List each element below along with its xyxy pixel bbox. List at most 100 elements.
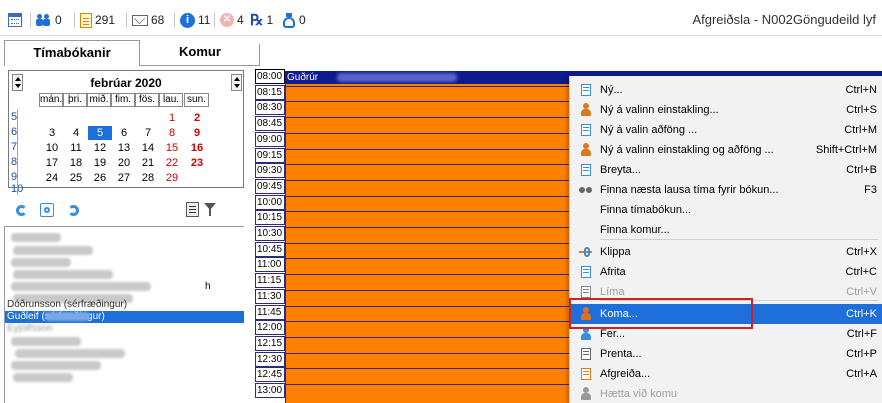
- medication-button[interactable]: 0: [282, 12, 306, 28]
- time-slot-label[interactable]: 10:15: [255, 210, 285, 226]
- documents-button[interactable]: 291: [80, 12, 115, 28]
- calendar-day-2[interactable]: 2: [185, 111, 209, 125]
- calendar-day-21[interactable]: 21: [136, 156, 160, 170]
- forward-arrow-icon[interactable]: [66, 203, 82, 217]
- menu-item-breyta[interactable]: Breyta... Ctrl+B: [570, 160, 882, 180]
- time-slot-label[interactable]: 09:15: [255, 147, 285, 163]
- list-item[interactable]: Dóðrunsson (sérfræðingur): [5, 299, 127, 311]
- calendar-day-16[interactable]: 16: [185, 141, 209, 155]
- calendar-day-27[interactable]: 27: [112, 171, 136, 185]
- calendar-day-14[interactable]: 14: [136, 141, 160, 155]
- time-slot-label[interactable]: 09:30: [255, 163, 285, 179]
- calendar-nav-toolbar: [4, 199, 244, 221]
- calendar-day-22[interactable]: 22: [160, 156, 184, 170]
- calendar-day-12[interactable]: 12: [88, 141, 112, 155]
- calendar-day-10[interactable]: 10: [40, 141, 64, 155]
- cancellations-button[interactable]: ✕ 4: [220, 12, 244, 28]
- time-slot-label[interactable]: 12:30: [255, 351, 285, 367]
- time-slot-label[interactable]: 08:45: [255, 116, 285, 132]
- time-slot-label[interactable]: 11:00: [255, 257, 285, 273]
- filter-icon[interactable]: [204, 203, 216, 217]
- time-slot-label[interactable]: 10:00: [255, 194, 285, 210]
- menu-item-finna-komur[interactable]: Finna komur...: [570, 220, 882, 240]
- calendar-day-29[interactable]: 29: [160, 171, 184, 185]
- calendar-day-25[interactable]: 25: [64, 171, 88, 185]
- people-button[interactable]: 0: [36, 12, 62, 28]
- back-arrow-icon[interactable]: [14, 203, 30, 217]
- menu-item-finna-tímabókun[interactable]: Finna tímabókun...: [570, 200, 882, 220]
- calendar-day-5[interactable]: 5: [88, 126, 112, 140]
- prescriptions-button[interactable]: ℞ 1: [250, 12, 273, 28]
- tab-timabokanir[interactable]: Tímabókanir: [4, 40, 140, 66]
- time-slot-label[interactable]: 12:15: [255, 335, 285, 351]
- list-item[interactable]: Eyjólfsson: [5, 323, 53, 335]
- time-slot-label[interactable]: 08:30: [255, 100, 285, 116]
- weekday-header: mið.: [87, 93, 111, 107]
- messages-button[interactable]: 68: [132, 12, 164, 28]
- calendar-day-28[interactable]: 28: [136, 171, 160, 185]
- time-slot-label[interactable]: 09:45: [255, 178, 285, 194]
- calendar-day-8[interactable]: 8: [160, 126, 184, 140]
- calendar-day-4[interactable]: 4: [64, 126, 88, 140]
- time-slot-label[interactable]: 12:45: [255, 367, 285, 383]
- calendar-day-6[interactable]: 6: [112, 126, 136, 140]
- menu-item-ný-á-valinn-einstakling[interactable]: Ný á valinn einstakling... Ctrl+S: [570, 100, 882, 120]
- menu-item-shortcut: Ctrl+M: [844, 124, 877, 136]
- time-slot-label[interactable]: 13:00: [255, 383, 285, 398]
- menu-item-ný[interactable]: Ný... Ctrl+N: [570, 80, 882, 100]
- calendar-day-13[interactable]: 13: [112, 141, 136, 155]
- time-slot-label[interactable]: 11:30: [255, 288, 285, 304]
- next-month-spinner[interactable]: [231, 74, 242, 91]
- time-slot-label[interactable]: 08:15: [255, 84, 285, 100]
- menu-item-ný-á-valinn-einstakling-og-aðföng[interactable]: Ný á valinn einstakling og aðföng ... Shi…: [570, 140, 882, 160]
- menu-item-prenta[interactable]: Prenta... Ctrl+P: [570, 344, 882, 364]
- envelope-icon: [132, 12, 148, 26]
- time-slot-label[interactable]: 11:45: [255, 304, 285, 320]
- menu-item-hætta-við-komu: Hætta við komu: [570, 384, 882, 403]
- menu-item-shortcut: Ctrl+N: [845, 84, 877, 96]
- menu-item-afgreiða[interactable]: Afgreiða... Ctrl+A: [570, 364, 882, 384]
- tab-komur[interactable]: Komur: [140, 40, 260, 66]
- calendar-day-17[interactable]: 17: [40, 156, 64, 170]
- list-item-selected[interactable]: Guðleif (sérfræðingur): [5, 311, 244, 323]
- menu-item-ný-á-valin-aðföng[interactable]: Ný á valin aðföng ... Ctrl+M: [570, 120, 882, 140]
- paste-icon: [579, 285, 593, 299]
- menu-item-klippa[interactable]: Klippa Ctrl+X: [570, 242, 882, 262]
- toolbar: 0 291 68 i 11 ✕ 4 ℞ 1 0 Afgreiðsla - N00…: [0, 0, 882, 36]
- resource-list[interactable]: h Dóðrunsson (sérfræðingur) Guðleif (sér…: [4, 226, 244, 403]
- calendar-day-23[interactable]: 23: [185, 156, 209, 170]
- calendar-day-3[interactable]: 3: [40, 126, 64, 140]
- calendar-day-15[interactable]: 15: [160, 141, 184, 155]
- calendar-day-9[interactable]: 9: [185, 126, 209, 140]
- time-slot-label[interactable]: 09:00: [255, 131, 285, 147]
- calendar-day-19[interactable]: 19: [88, 156, 112, 170]
- menu-item-label: Hætta við komu: [600, 388, 678, 400]
- menu-item-finna-næsta-lausa-tíma-fyrir-bókun[interactable]: Finna næsta lausa tíma fyrir bókun... F3: [570, 180, 882, 200]
- time-slot-label[interactable]: 11:15: [255, 273, 285, 289]
- weekday-header: fim.: [111, 93, 135, 107]
- menu-item-label: Finna næsta lausa tíma fyrir bókun...: [600, 184, 779, 196]
- menu-item-afrita[interactable]: Afrita Ctrl+C: [570, 262, 882, 282]
- time-slot-label[interactable]: 10:45: [255, 241, 285, 257]
- calendar-day-11[interactable]: 11: [64, 141, 88, 155]
- calendar-day-7[interactable]: 7: [136, 126, 160, 140]
- calendar-day-1[interactable]: 1: [160, 111, 184, 125]
- time-slot-label[interactable]: 12:00: [255, 320, 285, 336]
- cancellations-count: 4: [237, 13, 244, 27]
- menu-item-shortcut: Ctrl+X: [846, 246, 877, 258]
- calendar-button[interactable]: [8, 12, 22, 28]
- bottle-icon: [579, 367, 593, 381]
- calendar-day-18[interactable]: 18: [64, 156, 88, 170]
- calendar-day-26[interactable]: 26: [88, 171, 112, 185]
- list-view-icon[interactable]: [186, 202, 199, 217]
- menu-item-shortcut: Ctrl+B: [846, 164, 877, 176]
- today-icon[interactable]: [40, 203, 54, 217]
- calendar-day-24[interactable]: 24: [40, 171, 64, 185]
- info-button[interactable]: i 11: [180, 12, 210, 28]
- messages-count: 68: [151, 13, 165, 27]
- month-calendar[interactable]: febrúar 2020 mán. þri. mið. fim. fös. lau. sun…: [8, 70, 244, 195]
- time-slot-label[interactable]: 10:30: [255, 226, 285, 241]
- calendar-day-20[interactable]: 20: [112, 156, 136, 170]
- time-slot-label[interactable]: 08:00: [255, 69, 285, 84]
- copy-icon: [579, 265, 593, 279]
